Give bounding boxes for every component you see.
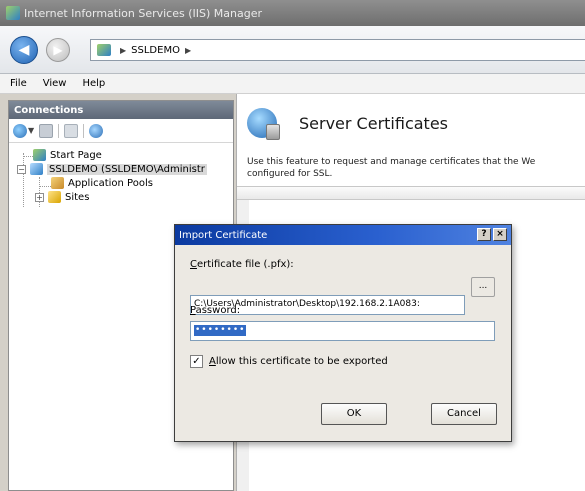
toolbar-divider — [83, 123, 85, 138]
forward-arrow-icon[interactable]: ▶ — [46, 38, 70, 62]
connections-tree: Start Page − SSLDEMO (SSLDEMO\Administr … — [9, 143, 233, 207]
chevron-down-icon[interactable]: ▼ — [28, 126, 34, 135]
address-bar: ◀ ▶ ▶ SSLDEMO ▶ — [0, 26, 585, 74]
password-field[interactable]: •••••••• — [190, 321, 495, 341]
connections-header: Connections — [9, 101, 233, 119]
tree-item-label: Start Page — [50, 149, 102, 161]
connections-toolbar: ▼ — [9, 119, 233, 143]
cancel-button[interactable]: Cancel — [431, 403, 497, 425]
password-value: •••••••• — [194, 325, 247, 336]
browse-button[interactable]: ... — [471, 277, 495, 297]
certificate-list-header[interactable] — [237, 186, 585, 200]
sites-folder-icon — [48, 191, 61, 203]
feature-description-line: Use this feature to request and manage c… — [247, 157, 536, 167]
globe-icon[interactable] — [13, 123, 27, 138]
collapse-icon[interactable]: − — [17, 164, 26, 174]
connect-icon[interactable] — [89, 123, 104, 138]
help-button[interactable]: ? — [477, 228, 491, 241]
feature-description: Use this feature to request and manage c… — [247, 156, 585, 180]
expand-icon[interactable]: + — [35, 192, 44, 202]
tree-item-start-page[interactable]: Start Page — [9, 148, 233, 162]
menu-bar: File View Help — [0, 74, 585, 94]
tree-item-label: Application Pools — [68, 177, 153, 189]
page-title: Server Certificates — [299, 114, 448, 133]
server-icon — [30, 163, 43, 175]
menu-help[interactable]: Help — [82, 78, 105, 89]
window-title: Internet Information Services (IIS) Mana… — [24, 6, 262, 20]
save-icon[interactable] — [39, 123, 54, 138]
allow-export-checkbox[interactable]: ✓ — [190, 355, 203, 368]
server-certificates-icon — [247, 108, 280, 140]
server-icon — [97, 44, 111, 56]
breadcrumb-server[interactable]: SSLDEMO — [131, 45, 180, 56]
ok-button[interactable]: OK — [321, 403, 387, 425]
menu-view[interactable]: View — [43, 78, 67, 89]
tree-item-application-pools[interactable]: Application Pools — [9, 176, 233, 190]
window-title-bar: Internet Information Services (IIS) Mana… — [0, 0, 585, 26]
up-level-icon[interactable] — [64, 123, 79, 138]
tree-item-server[interactable]: − SSLDEMO (SSLDEMO\Administr — [9, 162, 233, 176]
certificate-file-label: Certificate file (.pfx): — [190, 259, 294, 270]
close-button[interactable]: × — [493, 228, 507, 241]
allow-export-checkbox-row[interactable]: ✓ Allow this certificate to be exported — [190, 355, 388, 368]
breadcrumb-separator-icon: ▶ — [120, 45, 127, 55]
dialog-title-bar: Import Certificate ? × — [175, 225, 511, 245]
iis-app-icon — [6, 6, 20, 20]
tree-item-sites[interactable]: + Sites — [9, 190, 233, 204]
toolbar-divider — [58, 123, 60, 138]
breadcrumb[interactable]: ▶ SSLDEMO ▶ — [90, 39, 585, 61]
allow-export-label: Allow this certificate to be exported — [209, 356, 388, 367]
import-certificate-dialog: Import Certificate ? × Certificate file … — [174, 224, 512, 442]
back-arrow-icon[interactable]: ◀ — [10, 36, 38, 64]
start-page-icon — [33, 149, 46, 161]
feature-description-line: configured for SSL. — [247, 169, 333, 179]
tree-item-label: SSLDEMO (SSLDEMO\Administr — [47, 163, 207, 175]
tree-item-label: Sites — [65, 191, 90, 203]
application-pools-icon — [51, 177, 64, 189]
password-label: Password: — [190, 305, 241, 316]
breadcrumb-separator-icon: ▶ — [184, 45, 192, 55]
dialog-title: Import Certificate — [179, 229, 268, 241]
menu-file[interactable]: File — [10, 78, 27, 89]
